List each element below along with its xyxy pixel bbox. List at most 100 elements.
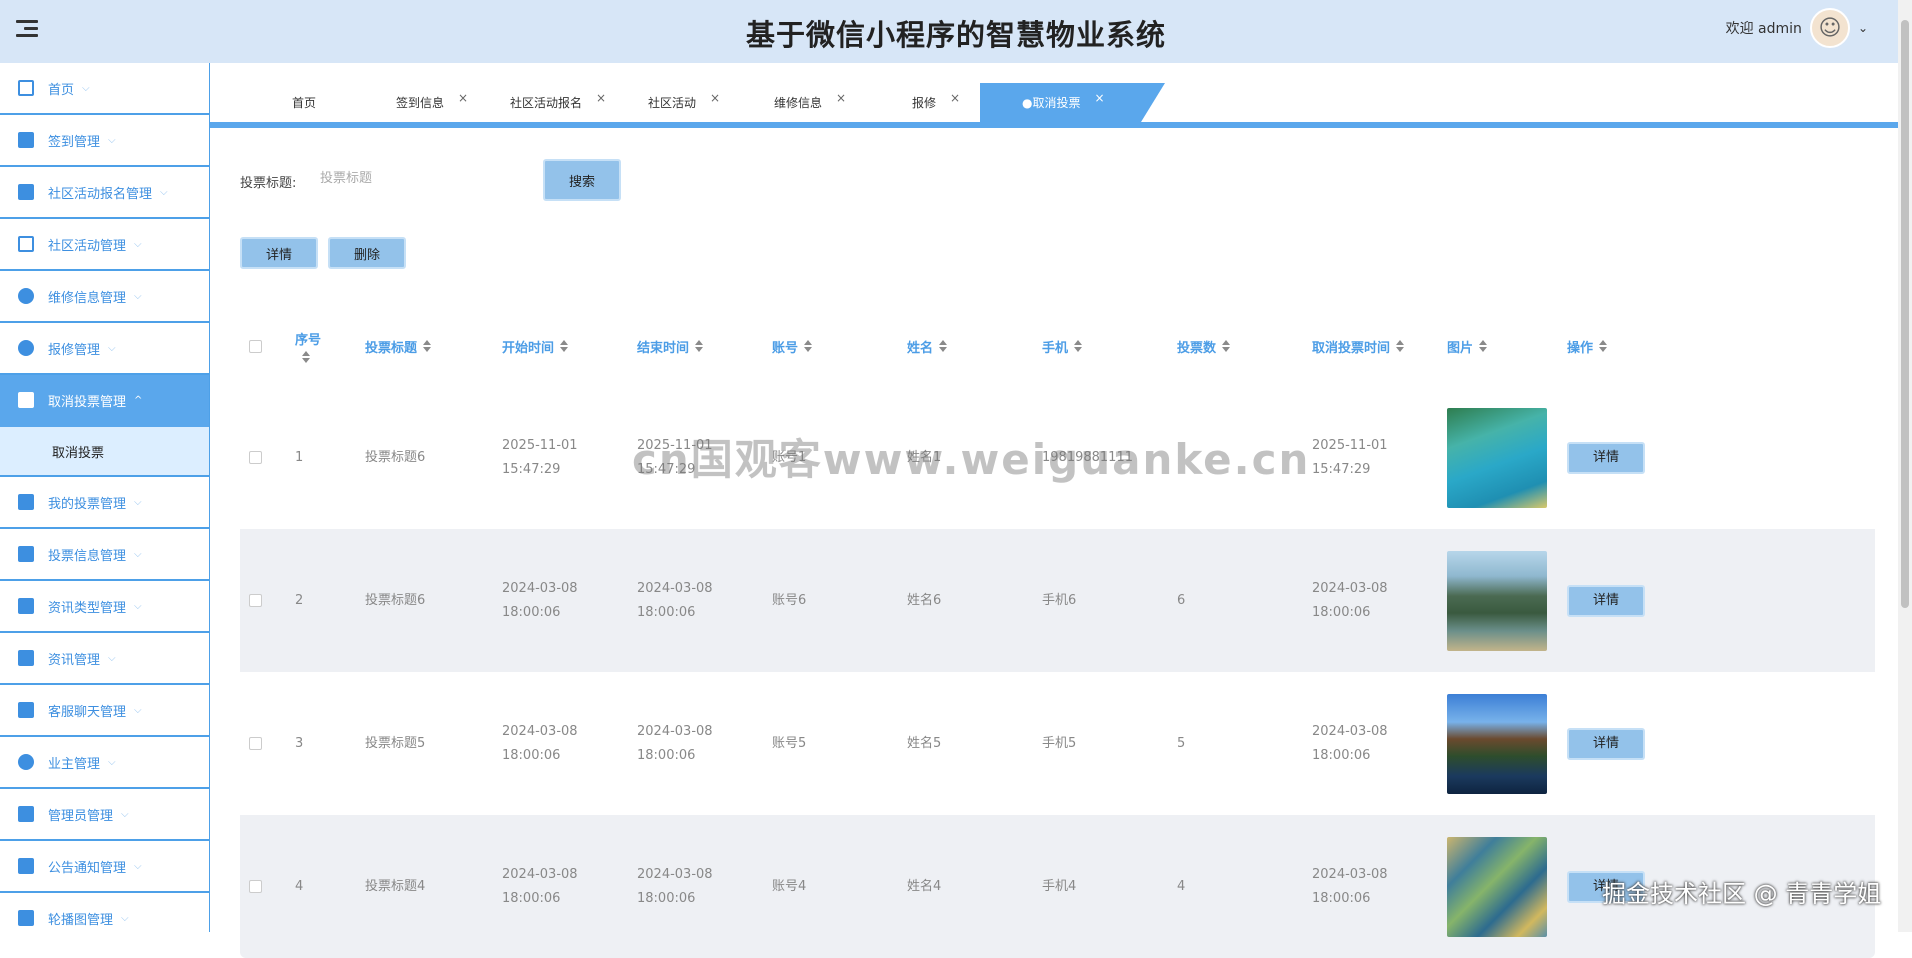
cell-votes: 4 [1177,878,1186,894]
detail-button[interactable]: 详情 [240,237,318,269]
cell-cancel-time: 2024-03-08 18:00:06 [1312,580,1388,620]
chevron-down-icon: ⌵ [134,600,142,612]
sidebar-item-signin[interactable]: 签到管理 ⌵ [0,115,209,167]
sidebar-item-carousel[interactable]: 轮播图管理 ⌵ [0,893,209,932]
tab-repair[interactable]: 报修 × [912,83,960,122]
header-votes[interactable]: 投票数 [1177,337,1312,356]
row-image[interactable] [1447,407,1547,508]
avatar[interactable]: ☺ [1809,8,1850,48]
close-icon[interactable]: × [458,91,468,105]
sidebar-item-owner[interactable]: 业主管理 ⌵ [0,737,209,789]
sidebar-item-notice[interactable]: 公告通知管理 ⌵ [0,841,209,893]
cell-votes: 5 [1177,735,1186,751]
carousel-icon [18,910,34,926]
cell-cancel-time: 2024-03-08 18:00:06 [1312,866,1388,906]
sidebar-item-admin[interactable]: 管理员管理 ⌵ [0,789,209,841]
chevron-down-icon[interactable]: ⌄ [1858,21,1868,35]
header-action[interactable]: 操作 [1567,337,1687,356]
sort-icon[interactable] [1074,340,1083,352]
sidebar-item-activity[interactable]: 社区活动管理 ⌵ [0,219,209,271]
row-image[interactable] [1447,836,1547,937]
close-icon[interactable]: × [950,91,960,105]
row-checkbox[interactable] [249,737,262,750]
tab-home[interactable]: 首页 [292,83,316,122]
cell-start-time: 2025-11-01 15:47:29 [502,437,578,477]
header-image[interactable]: 图片 [1447,337,1567,356]
tab-activity[interactable]: 社区活动 × [648,83,720,122]
header-title[interactable]: 投票标题 [365,337,502,356]
sidebar-item-cancel-vote[interactable]: 取消投票管理 ^ [0,375,209,427]
row-detail-button[interactable]: 详情 [1567,584,1645,617]
sort-icon[interactable] [695,340,704,352]
close-icon[interactable]: × [836,91,846,105]
chevron-down-icon: ⌵ [134,548,142,560]
close-icon[interactable]: × [596,91,606,105]
table-row[interactable]: 3 投票标题5 2024-03-08 18:00:06 2024-03-08 1… [240,672,1875,815]
watermark-corner: 掘金技术社区 @ 青青学姐 [1602,880,1882,908]
cell-title: 投票标题6 [365,449,426,465]
cell-title: 投票标题4 [365,878,426,894]
sort-icon[interactable] [302,351,310,363]
header-phone[interactable]: 手机 [1042,337,1177,356]
sort-icon[interactable] [939,340,948,352]
user-menu[interactable]: 欢迎 admin ☺ ⌄ [1726,8,1868,48]
sidebar-item-my-vote[interactable]: 我的投票管理 ⌵ [0,477,209,529]
sort-icon[interactable] [804,340,813,352]
chevron-down-icon: ⌵ [134,496,142,508]
cell-index: 4 [295,878,304,894]
tab-repair-info[interactable]: 维修信息 × [774,83,846,122]
header-end-time[interactable]: 结束时间 [637,337,772,356]
header-account[interactable]: 账号 [772,337,907,356]
sort-icon[interactable] [423,340,432,352]
row-detail-button[interactable]: 详情 [1567,727,1645,760]
row-checkbox[interactable] [249,451,262,464]
sidebar-item-repair-info[interactable]: 维修信息管理 ⌵ [0,271,209,323]
row-image[interactable] [1447,693,1547,794]
table-row[interactable]: 2 投票标题6 2024-03-08 18:00:06 2024-03-08 1… [240,529,1875,672]
chevron-down-icon: ⌵ [121,912,129,924]
row-image[interactable] [1447,550,1547,651]
delete-button[interactable]: 删除 [328,237,406,269]
disc-icon [18,288,34,304]
header-start-time[interactable]: 开始时间 [502,337,637,356]
close-icon[interactable]: × [1094,91,1104,105]
search-input[interactable] [320,162,520,194]
sidebar-item-home[interactable]: 首页 ⌵ [0,63,209,115]
sidebar-item-news-type[interactable]: 资讯类型管理 ⌵ [0,581,209,633]
sort-icon[interactable] [1599,340,1608,352]
tab-cancel-vote[interactable]: ●取消投票 × [980,83,1165,122]
welcome-text: 欢迎 admin [1725,21,1802,37]
sort-icon[interactable] [1222,340,1231,352]
chevron-down-icon: ⌵ [160,186,168,198]
chevron-down-icon: ⌵ [134,860,142,872]
sidebar-item-news[interactable]: 资讯管理 ⌵ [0,633,209,685]
row-detail-button[interactable]: 详情 [1567,441,1645,474]
sort-icon[interactable] [1479,340,1488,352]
select-all-checkbox[interactable] [249,339,262,353]
ticket-icon [18,598,34,614]
header-name[interactable]: 姓名 [907,337,1042,356]
cell-name: 姓名6 [907,592,942,608]
sidebar-item-vote-info[interactable]: 投票信息管理 ⌵ [0,529,209,581]
close-icon[interactable]: × [710,91,720,105]
header-index[interactable]: 序号 [295,329,365,363]
cell-index: 2 [295,592,304,608]
cell-votes: 6 [1177,592,1186,608]
sort-icon[interactable] [1396,340,1405,352]
cell-account: 账号4 [772,878,807,894]
chevron-down-icon: ⌵ [82,82,90,94]
tab-activity-signup[interactable]: 社区活动报名 × [510,83,606,122]
scrollbar-thumb[interactable] [1901,20,1909,608]
header-cancel-time[interactable]: 取消投票时间 [1312,337,1447,356]
cell-end-time: 2024-03-08 18:00:06 [637,580,713,620]
tab-signin-info[interactable]: 签到信息 × [396,83,468,122]
sort-icon[interactable] [560,340,569,352]
search-button[interactable]: 搜索 [543,159,621,201]
row-checkbox[interactable] [249,594,262,607]
sidebar-item-activity-signup[interactable]: 社区活动报名管理 ⌵ [0,167,209,219]
sidebar-item-chat[interactable]: 客服聊天管理 ⌵ [0,685,209,737]
sidebar-item-repair[interactable]: 报修管理 ⌵ [0,323,209,375]
sidebar-subitem-cancel-vote[interactable]: 取消投票 [0,427,209,477]
row-checkbox[interactable] [249,880,262,893]
page-scrollbar[interactable] [1898,0,1912,932]
